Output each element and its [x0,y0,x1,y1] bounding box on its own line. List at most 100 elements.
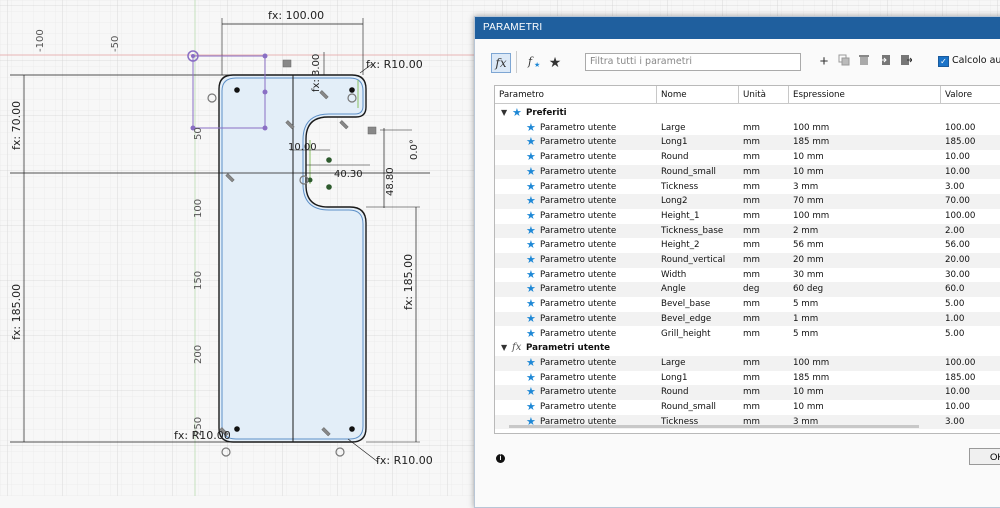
table-row[interactable]: ★ Parametro utente Tickness_base mm 2 mm 2.00 [495,223,1000,239]
table-row[interactable]: ★ Parametro utente Round_small mm 10 mm 10.00 [495,400,1000,415]
favorite-star-icon[interactable]: ★ [526,371,536,386]
favorite-star-icon[interactable]: ★ [526,135,536,150]
table-row[interactable]: ★ Parametro utente Width mm 30 mm 30.00 [495,268,1000,283]
copy-icon[interactable] [837,53,851,71]
fx-filter-button[interactable]: fx [491,53,511,73]
value-cell: 10.00 [945,402,970,412]
add-favorite-fx-icon[interactable]: f ★ [527,53,543,71]
table-row[interactable]: ★ Parametro utente Grill_height mm 5 mm 5.00 [495,327,1000,342]
ok-button[interactable]: OK [969,448,1000,465]
value-cell: 60.0 [945,284,965,295]
checkbox-checked-icon[interactable]: ✓ [938,56,949,67]
favorite-star-icon[interactable]: ★ [526,356,536,371]
dimension-height-185-right[interactable]: fx: 185.00 [402,254,415,310]
table-row[interactable]: ★ Parametro utente Round mm 10 mm 10.00 [495,385,1000,400]
column-header-unita[interactable]: Unità [739,86,789,104]
value-cell: 3.00 [945,181,965,192]
expression-cell[interactable]: 5 mm [793,327,818,342]
column-header-parametro[interactable]: Parametro [495,86,657,104]
table-row[interactable]: ★ Parametro utente Height_2 mm 56 mm 56.00 [495,238,1000,253]
expression-cell[interactable]: 100 mm [793,209,829,224]
group-row[interactable]: ▼ fx Parametri utente [495,341,1000,356]
dimension-width[interactable]: fx: 100.00 [268,10,324,21]
table-row[interactable]: ★ Parametro utente Round_vertical mm 20 mm 20… [495,253,1000,268]
favorite-star-icon[interactable]: ★ [526,209,536,224]
chevron-down-icon[interactable]: ▼ [501,106,507,121]
expression-cell[interactable]: 10 mm [793,165,824,180]
dimension-radius-top[interactable]: fx: R10.00 [366,59,423,70]
expression-cell[interactable]: 20 mm [793,253,824,268]
favorite-star-icon[interactable]: ★ [526,180,536,195]
dimension-thickness[interactable]: fx: 3.00 [311,54,322,92]
expression-cell[interactable]: 10 mm [793,385,824,400]
table-row[interactable]: ★ Parametro utente Large mm 100 mm 100.00 [495,121,1000,136]
dimension-radius-bottom-left[interactable]: fx: R10.00 [174,430,231,441]
delete-icon[interactable] [857,53,871,71]
unit-cell: deg [743,284,760,295]
favorite-star-icon[interactable]: ★ [547,53,563,71]
info-icon[interactable]: i [496,454,505,463]
column-header-valore[interactable]: Valore [941,86,1000,104]
expression-cell[interactable]: 3 mm [793,180,818,195]
param-cell: Parametro utente [540,122,617,133]
table-row[interactable]: ★ Parametro utente Height_1 mm 100 mm 100.00 [495,209,1000,224]
favorite-star-icon[interactable]: ★ [526,385,536,400]
favorite-star-icon[interactable]: ★ [526,282,536,297]
dimension-height-70[interactable]: fx: 70.00 [10,101,23,150]
favorite-star-icon[interactable]: ★ [526,150,536,165]
favorite-star-icon[interactable]: ★ [526,297,536,312]
chevron-down-icon[interactable]: ▼ [501,341,507,356]
dimension-40-30[interactable]: 40.30 [334,170,363,180]
column-header-espressione[interactable]: Espressione [789,86,941,104]
favorite-star-icon[interactable]: ★ [526,238,536,253]
favorite-star-icon[interactable]: ★ [526,312,536,327]
column-header-nome[interactable]: Nome [657,86,739,104]
unit-cell: mm [743,196,760,207]
favorite-star-icon[interactable]: ★ [526,253,536,268]
dimension-angle[interactable]: 0.0° [409,139,420,160]
expression-cell[interactable]: 56 mm [793,238,824,253]
favorite-star-icon[interactable]: ★ [526,268,536,283]
expression-cell[interactable]: 30 mm [793,268,824,283]
table-row[interactable]: ★ Parametro utente Long1 mm 185 mm 185.00 [495,371,1000,386]
export-icon[interactable] [899,53,913,71]
expression-cell[interactable]: 2 mm [793,224,818,239]
dimension-height-185-left[interactable]: fx: 185.00 [10,284,23,340]
expression-cell[interactable]: 10 mm [793,400,824,415]
expression-cell[interactable]: 185 mm [793,135,829,150]
favorite-star-icon[interactable]: ★ [526,165,536,180]
expression-cell[interactable]: 100 mm [793,356,829,371]
horizontal-scrollbar[interactable] [509,425,919,428]
favorite-star-icon[interactable]: ★ [526,121,536,136]
table-row[interactable]: ★ Parametro utente Large mm 100 mm 100.00 [495,355,1000,371]
name-cell: Height_1 [661,210,700,221]
dimension-radius-bottom-right[interactable]: fx: R10.00 [376,455,433,466]
expression-cell[interactable]: 100 mm [793,121,829,136]
expression-cell[interactable]: 1 mm [793,312,818,327]
dimension-48-80[interactable]: 48.80 [385,167,396,196]
add-icon[interactable]: + [817,53,831,71]
expression-cell[interactable]: 70 mm [793,194,824,209]
favorite-star-icon[interactable]: ★ [526,194,536,209]
table-row[interactable]: ★ Parametro utente Round mm 10 mm 10.00 [495,150,1000,165]
table-row[interactable]: ★ Parametro utente Long1 mm 185 mm 185.00 [495,135,1000,151]
expression-cell[interactable]: 185 mm [793,371,829,386]
favorite-star-icon[interactable]: ★ [526,224,536,239]
dimension-10[interactable]: 10.00 [288,143,317,153]
table-row[interactable]: ★ Parametro utente Bevel_base mm 5 mm 5.00 [495,297,1000,312]
dialog-title[interactable]: PARAMETRI [475,17,1000,39]
table-row[interactable]: ★ Parametro utente Round_small mm 10 mm 10.00 [495,164,1000,180]
group-row[interactable]: ▼ ★ Preferiti [495,106,1000,121]
table-row[interactable]: ★ Parametro utente Angle deg 60 deg 60.0 [495,282,1000,298]
table-row[interactable]: ★ Parametro utente Long2 mm 70 mm 70.00 [495,194,1000,209]
favorite-star-icon[interactable]: ★ [526,327,536,342]
filter-input[interactable]: Filtra tutti i parametri [585,53,801,71]
expression-cell[interactable]: 10 mm [793,150,824,165]
expression-cell[interactable]: 5 mm [793,297,818,312]
expression-cell[interactable]: 60 deg [793,282,823,297]
table-row[interactable]: ★ Parametro utente Tickness mm 3 mm 3.00 [495,180,1000,195]
favorite-star-icon[interactable]: ★ [526,400,536,415]
table-row[interactable]: ★ Parametro utente Bevel_edge mm 1 mm 1.00 [495,311,1000,327]
auto-calc-checkbox[interactable]: ✓Calcolo autom [938,55,1000,67]
import-icon[interactable] [879,53,893,71]
